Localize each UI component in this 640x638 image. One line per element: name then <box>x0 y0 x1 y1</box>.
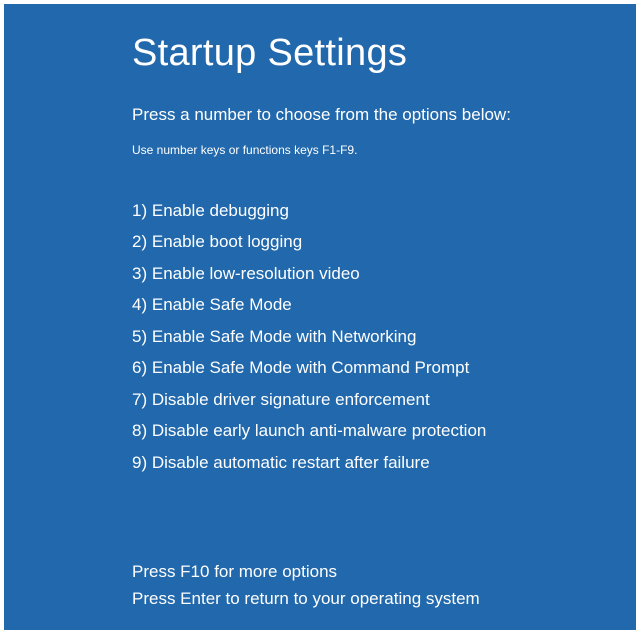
main-instruction: Press a number to choose from the option… <box>132 105 636 125</box>
startup-settings-screen: Startup Settings Press a number to choos… <box>4 4 636 630</box>
option-num: 6 <box>132 358 141 377</box>
option-2[interactable]: 2) Enable boot logging <box>132 226 636 257</box>
option-num: 1 <box>132 201 141 220</box>
option-7[interactable]: 7) Disable driver signature enforcement <box>132 384 636 415</box>
option-label: Disable automatic restart after failure <box>152 453 430 472</box>
option-label: Enable Safe Mode <box>152 295 292 314</box>
option-5[interactable]: 5) Enable Safe Mode with Networking <box>132 321 636 352</box>
option-4[interactable]: 4) Enable Safe Mode <box>132 289 636 320</box>
options-list: 1) Enable debugging 2) Enable boot loggi… <box>132 195 636 478</box>
option-num: 7 <box>132 390 141 409</box>
footer-instructions: Press F10 for more options Press Enter t… <box>132 559 480 612</box>
option-num: 3 <box>132 264 141 283</box>
option-9[interactable]: 9) Disable automatic restart after failu… <box>132 447 636 478</box>
option-label: Enable boot logging <box>152 232 302 251</box>
option-label: Enable debugging <box>152 201 289 220</box>
option-label: Enable low-resolution video <box>152 264 360 283</box>
sub-instruction: Use number keys or functions keys F1-F9. <box>132 143 636 157</box>
option-num: 5 <box>132 327 141 346</box>
footer-more-options: Press F10 for more options <box>132 559 480 585</box>
option-num: 2 <box>132 232 141 251</box>
option-3[interactable]: 3) Enable low-resolution video <box>132 258 636 289</box>
option-label: Disable early launch anti-malware protec… <box>152 421 487 440</box>
option-label: Disable driver signature enforcement <box>152 390 430 409</box>
footer-return: Press Enter to return to your operating … <box>132 586 480 612</box>
option-num: 4 <box>132 295 141 314</box>
option-1[interactable]: 1) Enable debugging <box>132 195 636 226</box>
option-6[interactable]: 6) Enable Safe Mode with Command Prompt <box>132 352 636 383</box>
option-label: Enable Safe Mode with Command Prompt <box>152 358 470 377</box>
option-label: Enable Safe Mode with Networking <box>152 327 417 346</box>
option-8[interactable]: 8) Disable early launch anti-malware pro… <box>132 415 636 446</box>
option-num: 9 <box>132 453 141 472</box>
page-title: Startup Settings <box>132 32 636 75</box>
option-num: 8 <box>132 421 141 440</box>
